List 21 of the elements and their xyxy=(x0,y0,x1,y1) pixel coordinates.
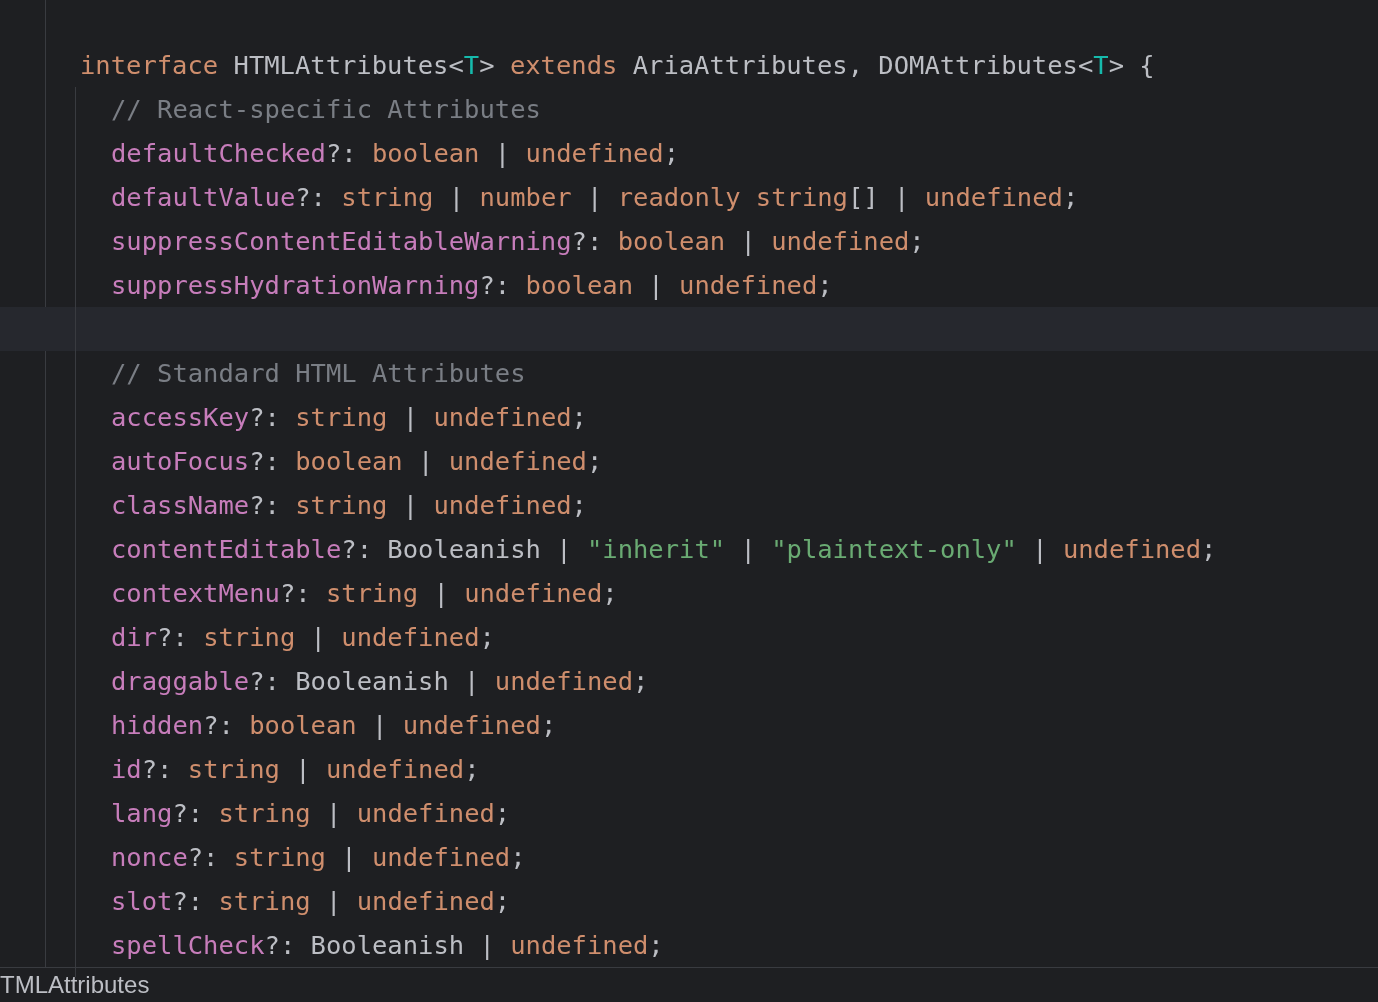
code-line: suppressContentEditableWarning?: boolean | undefined; xyxy=(110,225,926,258)
breadcrumb[interactable]: TMLAttributes xyxy=(0,971,150,999)
code-line: id?: string | undefined; xyxy=(110,753,481,786)
code-line: defaultValue?: string | number | readonly string[] | undefined; xyxy=(110,181,1080,214)
code-line: contextMenu?: string | undefined; xyxy=(110,577,619,610)
code-line: dir?: string | undefined; xyxy=(110,621,496,654)
code-line: // Standard HTML Attributes xyxy=(110,357,527,390)
code-line: hidden?: boolean | undefined; xyxy=(110,709,558,742)
code-line: lang?: string | undefined; xyxy=(110,797,512,830)
code-line: suppressHydrationWarning?: boolean | undefined; xyxy=(110,269,834,302)
code-line: defaultChecked?: boolean | undefined; xyxy=(110,137,681,170)
code-line: interface HTMLAttributes<T> extends AriaAttributes, DOMAttributes<T> { xyxy=(79,49,1156,82)
code-line: accessKey?: string | undefined; xyxy=(110,401,588,434)
code-line: spellCheck?: Booleanish | undefined; xyxy=(110,929,665,962)
code-line: contentEditable?: Booleanish | "inherit" | "plaintext-only" | undefined; xyxy=(110,533,1218,566)
code-line: slot?: string | undefined; xyxy=(110,885,512,918)
code-line: // React-specific Attributes xyxy=(110,93,542,126)
code-line: autoFocus?: boolean | undefined; xyxy=(110,445,604,478)
code-line: draggable?: Booleanish | undefined; xyxy=(110,665,650,698)
code-line: className?: string | undefined; xyxy=(110,489,588,522)
code-line: nonce?: string | undefined; xyxy=(110,841,527,874)
